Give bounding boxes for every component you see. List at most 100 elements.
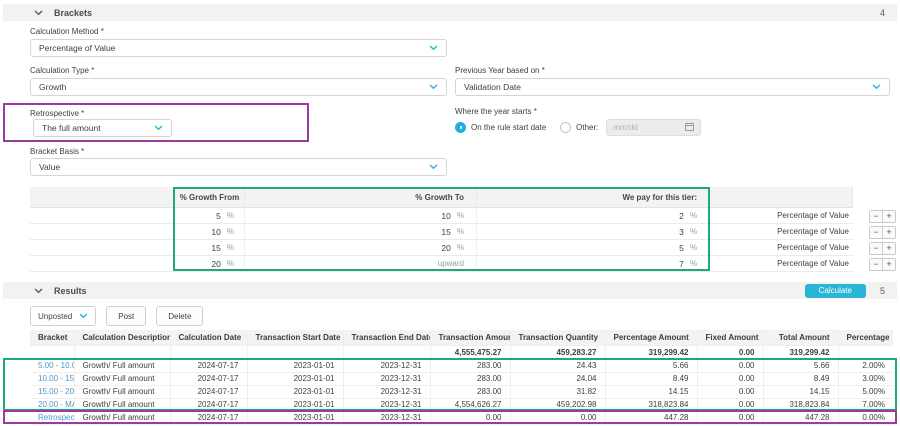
- summary-percentage-amount: 319,299.42: [605, 345, 697, 359]
- fixed-amount-cell: 0.00: [697, 372, 763, 385]
- tier-row-label-cell: [30, 256, 175, 272]
- chevron-down-icon: [154, 123, 163, 133]
- col-header-transaction-start-date[interactable]: Transaction Start Date: [247, 330, 343, 345]
- tier-method-label: Percentage of Value: [710, 256, 853, 272]
- transaction-quantity-cell: 24.04: [510, 372, 605, 385]
- growth-to-input[interactable]: 20%: [245, 240, 477, 256]
- tier-pay-value: 2: [679, 211, 684, 221]
- calculation-date-cell: 2024-07-17: [170, 385, 247, 398]
- radio-rule-start-label: On the rule start date: [471, 123, 546, 132]
- add-tier-button[interactable]: +: [882, 258, 896, 271]
- other-date-input[interactable]: mm/dd: [606, 119, 701, 136]
- growth-from-input[interactable]: 15%: [175, 240, 245, 256]
- results-collapse-chevron-icon[interactable]: [34, 288, 43, 294]
- growth-from-value: 5: [216, 211, 221, 221]
- bracket-link[interactable]: 15.00 - 20.00: [30, 385, 74, 398]
- growth-to-input[interactable]: 15%: [245, 224, 477, 240]
- remove-tier-button[interactable]: −: [869, 258, 883, 271]
- growth-from-input[interactable]: 10%: [175, 224, 245, 240]
- brackets-section-header: Brackets 4: [3, 4, 897, 21]
- calculation-date-cell: 2024-07-17: [170, 398, 247, 411]
- retrospective-dropdown[interactable]: The full amount: [33, 119, 172, 137]
- tier-header-growth-from: % Growth From: [175, 187, 245, 208]
- previous-year-dropdown[interactable]: Validation Date: [455, 78, 890, 96]
- growth-from-value: 15: [211, 243, 220, 253]
- percent-suffix: %: [227, 211, 234, 220]
- col-header-total-amount[interactable]: Total Amount: [763, 330, 838, 345]
- total-amount-cell: 5.66: [763, 359, 838, 372]
- percent-suffix: %: [457, 211, 464, 220]
- result-row-4: 20.00 - MAX Growth/ Full amount 2024-07-…: [30, 398, 893, 411]
- col-header-transaction-quantity[interactable]: Transaction Quantity: [510, 330, 605, 345]
- col-header-transaction-end-date[interactable]: Transaction End Date: [343, 330, 430, 345]
- delete-button[interactable]: Delete: [156, 306, 203, 326]
- col-header-fixed-amount[interactable]: Fixed Amount: [697, 330, 763, 345]
- remove-tier-button[interactable]: −: [869, 210, 883, 223]
- transaction-end-cell: 2023-12-31: [343, 385, 430, 398]
- results-toolbar: Unposted Post Delete: [30, 306, 203, 326]
- col-header-percentage-amount[interactable]: Percentage Amount: [605, 330, 697, 345]
- growth-to-input[interactable]: 10%: [245, 208, 477, 224]
- brackets-collapse-chevron-icon[interactable]: [34, 10, 43, 16]
- growth-from-input[interactable]: 5%: [175, 208, 245, 224]
- growth-from-input[interactable]: 20%: [175, 256, 245, 272]
- radio-option-rule-start-date[interactable]: On the rule start date: [455, 122, 546, 133]
- transaction-amount-cell: 4,554,626.27: [430, 398, 510, 411]
- radio-option-other[interactable]: Other:: [560, 122, 598, 133]
- remove-tier-button[interactable]: −: [869, 242, 883, 255]
- tier-pay-value: 7: [679, 259, 684, 269]
- add-tier-button[interactable]: +: [882, 210, 896, 223]
- percentage-cell: 5.00%: [838, 385, 893, 398]
- results-count-badge: 5: [880, 286, 885, 296]
- remove-tier-button[interactable]: −: [869, 226, 883, 239]
- calculation-type-dropdown[interactable]: Growth: [30, 78, 447, 96]
- calculation-type-label: Calculation Type *: [30, 66, 94, 75]
- results-section-header: Results Calculate 5: [3, 282, 897, 299]
- growth-to-value: 10: [441, 211, 450, 221]
- percent-suffix: %: [227, 259, 234, 268]
- transaction-quantity-cell: 0.00: [510, 411, 605, 424]
- add-tier-button[interactable]: +: [882, 226, 896, 239]
- tier-pay-input[interactable]: 3%: [477, 224, 710, 240]
- chevron-down-icon: [79, 312, 88, 321]
- col-header-calculation-description[interactable]: Calculation Description: [74, 330, 170, 345]
- tier-pay-input[interactable]: 5%: [477, 240, 710, 256]
- bracket-basis-dropdown[interactable]: Value: [30, 158, 447, 176]
- chevron-down-icon: [429, 162, 438, 172]
- col-header-bracket[interactable]: Bracket: [30, 330, 74, 345]
- transaction-quantity-cell: 24.43: [510, 359, 605, 372]
- calculation-description-cell: Growth/ Full amount: [74, 385, 170, 398]
- transaction-end-cell: 2023-12-31: [343, 411, 430, 424]
- post-button[interactable]: Post: [106, 306, 146, 326]
- summary-empty-cell: [30, 345, 74, 359]
- fixed-amount-cell: 0.00: [697, 398, 763, 411]
- growth-from-value: 10: [211, 227, 220, 237]
- bracket-link[interactable]: 10.00 - 15.00: [30, 372, 74, 385]
- transaction-quantity-cell: 459,202.98: [510, 398, 605, 411]
- tier-pay-input[interactable]: 2%: [477, 208, 710, 224]
- percent-suffix: %: [227, 227, 234, 236]
- total-amount-cell: 318,823.84: [763, 398, 838, 411]
- add-tier-button[interactable]: +: [882, 242, 896, 255]
- calculation-description-cell: Growth/ Full amount: [74, 359, 170, 372]
- upward-label: upward: [438, 259, 464, 268]
- percentage-amount-cell: 318,823.84: [605, 398, 697, 411]
- tier-pay-input[interactable]: 7%: [477, 256, 710, 272]
- transaction-start-cell: 2023-01-01: [247, 385, 343, 398]
- radio-unselected-icon[interactable]: [560, 122, 571, 133]
- results-table: Bracket Calculation Description Calculat…: [30, 330, 893, 425]
- col-header-percentage[interactable]: Percentage: [838, 330, 893, 345]
- bracket-link[interactable]: 5.00 - 10.00: [30, 359, 74, 372]
- calculation-method-dropdown[interactable]: Percentage of Value: [30, 39, 447, 57]
- col-header-transaction-amount[interactable]: Transaction Amount: [430, 330, 510, 345]
- posted-filter-dropdown[interactable]: Unposted: [30, 306, 96, 326]
- growth-to-input[interactable]: upward: [245, 256, 477, 272]
- tier-row-1: 5% 10% 2% Percentage of Value −+: [30, 208, 898, 224]
- result-row-2: 10.00 - 15.00 Growth/ Full amount 2024-0…: [30, 372, 893, 385]
- radio-selected-icon[interactable]: [455, 122, 466, 133]
- result-row-3: 15.00 - 20.00 Growth/ Full amount 2024-0…: [30, 385, 893, 398]
- col-header-calculation-date[interactable]: Calculation Date: [170, 330, 247, 345]
- bracket-link[interactable]: Retrospective: [30, 411, 74, 424]
- calculate-button[interactable]: Calculate: [805, 284, 866, 298]
- bracket-link[interactable]: 20.00 - MAX: [30, 398, 74, 411]
